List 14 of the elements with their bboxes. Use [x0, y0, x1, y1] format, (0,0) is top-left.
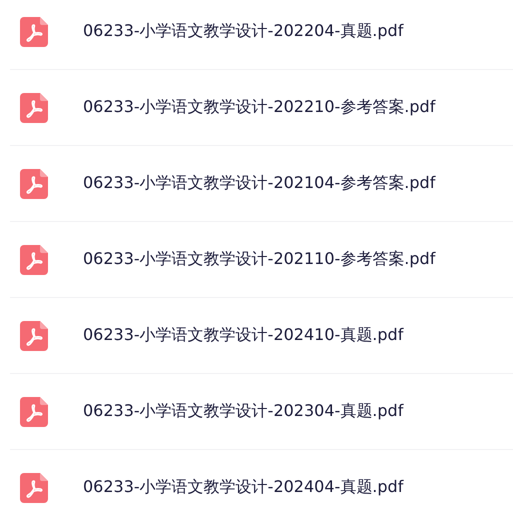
file-name[interactable]: 06233-小学语文教学设计-202204-真题.pdf [83, 21, 404, 42]
pdf-file-icon [20, 472, 48, 502]
pdf-file-icon [20, 244, 48, 274]
file-name[interactable]: 06233-小学语文教学设计-202404-真题.pdf [83, 477, 404, 498]
pdf-file-icon [20, 320, 48, 350]
pdf-file-icon [20, 92, 48, 122]
file-name[interactable]: 06233-小学语文教学设计-202304-真题.pdf [83, 401, 404, 422]
pdf-file-icon [20, 16, 48, 46]
file-name[interactable]: 06233-小学语文教学设计-202210-参考答案.pdf [83, 97, 436, 118]
file-name[interactable]: 06233-小学语文教学设计-202110-参考答案.pdf [83, 249, 436, 270]
file-name[interactable]: 06233-小学语文教学设计-202410-真题.pdf [83, 325, 404, 346]
file-name[interactable]: 06233-小学语文教学设计-202104-参考答案.pdf [83, 173, 436, 194]
pdf-file-icon [20, 396, 48, 426]
pdf-file-icon [20, 168, 48, 198]
